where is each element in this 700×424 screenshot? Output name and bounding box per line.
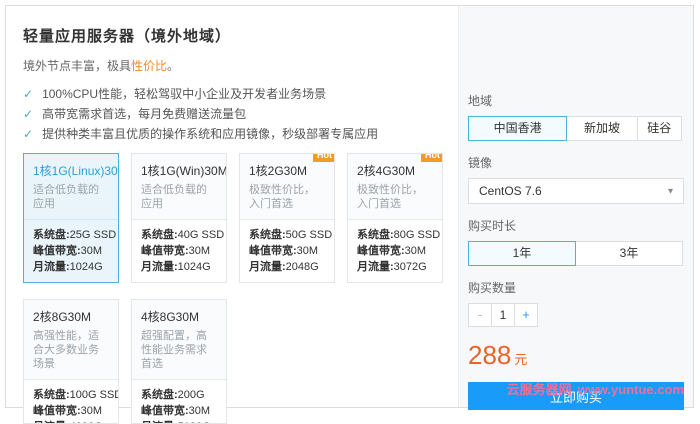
plan-spec-disk: 系统盘:50G SSD: [249, 229, 333, 241]
plan-spec-bandwidth: 峰值带宽:30M: [357, 245, 427, 257]
plan-desc: 适合低负载的应用: [141, 184, 207, 210]
image-select[interactable]: CentOS 7.6 ▾: [468, 178, 684, 204]
plan-desc: 超强配置，高性能业务需求首选: [141, 330, 207, 370]
plan-spec-traffic: 月流量:5120G: [141, 419, 217, 423]
plan-card-header: 2核8G30M 高强性能，适合大多数业务场景: [24, 300, 118, 379]
plan-spec-bandwidth: 峰值带宽:30M: [141, 405, 211, 417]
plan-spec-bandwidth: 峰值带宽:30M: [33, 245, 103, 257]
feature-item: ✓ 100%CPU性能，轻松驾驭中小企业及开发者业务场景: [23, 87, 448, 101]
watermark-url: www.yuntue.com: [577, 382, 684, 397]
plan-spec-disk: 系统盘:100G SSD: [33, 389, 119, 401]
plan-spec-disk: 系统盘:25G SSD: [33, 229, 117, 241]
plan-name: 1核1G(Win)30M: [141, 164, 227, 178]
purchase-panel: 轻量应用服务器（境外地域） 境外节点丰富，极具性价比。 ✓ 100%CPU性能，…: [5, 5, 694, 424]
page-title: 轻量应用服务器（境外地域）: [23, 28, 232, 45]
duration-label: 购买时长: [468, 219, 517, 233]
plan-name: 1核2G30M: [249, 164, 308, 178]
plan-spec-traffic: 月流量:1024G: [33, 261, 103, 273]
region-option-hongkong[interactable]: 中国香港: [468, 116, 568, 141]
feature-item: ✓ 提供种类丰富且优质的操作系统和应用镜像，秒级部署专属应用: [23, 127, 448, 141]
feature-text: 100%CPU性能，轻松驾驭中小企业及开发者业务场景: [42, 87, 327, 101]
quantity-increase-button[interactable]: +: [514, 303, 538, 327]
plan-card-4c8g[interactable]: 4核8G30M 超强配置，高性能业务需求首选 系统盘:200G 峰值带宽:30M…: [131, 299, 227, 424]
plan-spec-disk: 系统盘:40G SSD: [141, 229, 225, 241]
config-sidebar: 地域 中国香港 新加坡 硅谷 镜像 CentOS 7.6 ▾ 购买时长 1年 3…: [458, 6, 693, 410]
plan-desc: 高强性能，适合大多数业务场景: [33, 330, 99, 370]
check-icon: ✓: [23, 87, 34, 101]
plan-specs: 系统盘:25G SSD 峰值带宽:30M 月流量:1024G: [24, 220, 118, 282]
region-option-siliconvalley[interactable]: 硅谷: [636, 116, 682, 141]
plan-card-header: 1核2G30M 极致性价比，入门首选: [240, 154, 334, 219]
plan-name: 1核1G(Linux)30M: [33, 164, 119, 178]
region-option-singapore[interactable]: 新加坡: [566, 116, 638, 141]
image-select-value: CentOS 7.6: [479, 184, 542, 198]
plan-card-1c1g-linux[interactable]: 1核1G(Linux)30M 适合低负载的应用 系统盘:25G SSD 峰值带宽…: [23, 153, 119, 283]
plan-spec-disk: 系统盘:80G SSD: [357, 229, 441, 241]
plan-spec-disk: 系统盘:200G: [141, 389, 205, 401]
duration-option-3year[interactable]: 3年: [575, 241, 683, 266]
product-subtitle: 境外节点丰富，极具性价比。: [23, 59, 180, 73]
region-label: 地域: [468, 94, 493, 108]
region-selector: 中国香港 新加坡 硅谷: [468, 116, 684, 141]
subtitle-highlight: 性价比: [131, 59, 168, 73]
plan-spec-traffic: 月流量:4096G: [33, 419, 109, 423]
plan-card-header: 1核1G(Linux)30M 适合低负载的应用: [24, 154, 118, 219]
plan-spec-bandwidth: 峰值带宽:30M: [141, 245, 211, 257]
check-icon: ✓: [23, 127, 34, 141]
quantity-stepper: - 1 +: [468, 303, 684, 327]
image-label: 镜像: [468, 156, 493, 170]
quantity-group: 购买数量 - 1 +: [468, 279, 684, 327]
duration-selector: 1年 3年: [468, 241, 684, 266]
plan-card-header: 1核1G(Win)30M 适合低负载的应用: [132, 154, 226, 219]
image-group: 镜像 CentOS 7.6 ▾: [468, 154, 684, 204]
plan-desc: 适合低负载的应用: [33, 184, 99, 210]
plan-name: 2核8G30M: [33, 310, 92, 324]
plan-spec-bandwidth: 峰值带宽:30M: [33, 405, 103, 417]
quantity-decrease-button[interactable]: -: [468, 303, 492, 327]
plan-card-2c8g[interactable]: 2核8G30M 高强性能，适合大多数业务场景 系统盘:100G SSD 峰值带宽…: [23, 299, 119, 424]
plan-card-header: 4核8G30M 超强配置，高性能业务需求首选: [132, 300, 226, 379]
plan-name: 4核8G30M: [141, 310, 200, 324]
plan-card-header: 2核4G30M 极致性价比，入门首选: [348, 154, 442, 219]
watermark-site-name: 云服务器网: [506, 382, 572, 397]
feature-text: 提供种类丰富且优质的操作系统和应用镜像，秒级部署专属应用: [42, 127, 379, 141]
hot-badge: Hot: [313, 154, 334, 162]
plan-desc: 极致性价比，入门首选: [357, 184, 423, 210]
plan-card-1c1g-win[interactable]: 1核1G(Win)30M 适合低负载的应用 系统盘:40G SSD 峰值带宽:3…: [131, 153, 227, 283]
plan-card-1c2g[interactable]: Hot 1核2G30M 极致性价比，入门首选 系统盘:50G SSD 峰值带宽:…: [239, 153, 335, 283]
plan-spec-bandwidth: 峰值带宽:30M: [249, 245, 319, 257]
plan-name: 2核4G30M: [357, 164, 416, 178]
quantity-value[interactable]: 1: [491, 303, 515, 327]
feature-text: 高带宽需求首选，每月免费赠送流量包: [42, 107, 247, 121]
duration-option-1year[interactable]: 1年: [468, 241, 576, 266]
quantity-label: 购买数量: [468, 281, 517, 295]
plan-card-2c4g[interactable]: Hot 2核4G30M 极致性价比，入门首选 系统盘:80G SSD 峰值带宽:…: [347, 153, 443, 283]
product-section: 轻量应用服务器（境外地域） 境外节点丰富，极具性价比。 ✓ 100%CPU性能，…: [6, 6, 458, 424]
feature-item: ✓ 高带宽需求首选，每月免费赠送流量包: [23, 107, 448, 121]
price: 288 元: [468, 341, 684, 369]
plan-specs: 系统盘:50G SSD 峰值带宽:30M 月流量:2048G: [240, 220, 334, 282]
plan-specs: 系统盘:200G 峰值带宽:30M 月流量:5120G: [132, 380, 226, 423]
plan-spec-traffic: 月流量:2048G: [249, 261, 319, 273]
plan-desc: 极致性价比，入门首选: [249, 184, 315, 210]
check-icon: ✓: [23, 107, 34, 121]
hot-badge: Hot: [421, 154, 442, 162]
plan-grid: 1核1G(Linux)30M 适合低负载的应用 系统盘:25G SSD 峰值带宽…: [23, 147, 444, 424]
price-value: 288: [468, 340, 512, 370]
plan-spec-traffic: 月流量:1024G: [141, 261, 211, 273]
plan-specs: 系统盘:80G SSD 峰值带宽:30M 月流量:3072G: [348, 220, 442, 282]
price-unit: 元: [514, 352, 528, 367]
plan-spec-traffic: 月流量:3072G: [357, 261, 427, 273]
plan-specs: 系统盘:40G SSD 峰值带宽:30M 月流量:1024G: [132, 220, 226, 282]
watermark: 云服务器网 www.yuntue.com: [507, 379, 684, 398]
chevron-down-icon: ▾: [667, 185, 673, 197]
region-group: 地域 中国香港 新加坡 硅谷: [468, 92, 684, 141]
duration-group: 购买时长 1年 3年: [468, 217, 684, 266]
plan-specs: 系统盘:100G SSD 峰值带宽:30M 月流量:4096G: [24, 380, 119, 423]
